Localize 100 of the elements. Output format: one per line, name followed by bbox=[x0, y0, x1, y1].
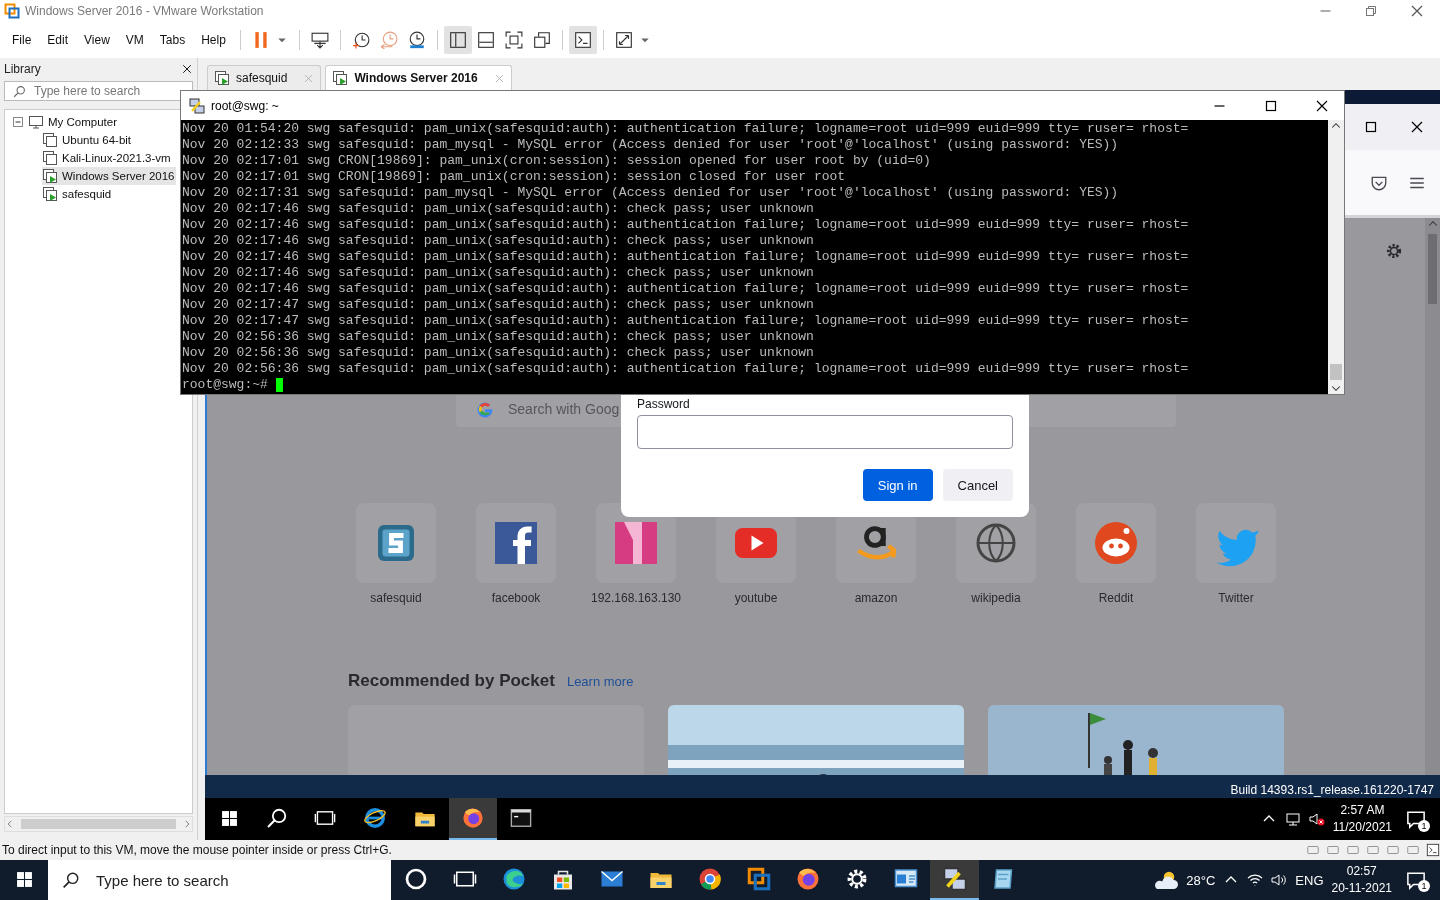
window-title: Windows Server 2016 - VMware Workstation bbox=[25, 4, 265, 18]
running-vm-icon bbox=[214, 70, 230, 86]
command-prompt-icon bbox=[510, 807, 532, 829]
close-icon bbox=[181, 63, 193, 75]
sign-in-button[interactable]: Sign in bbox=[862, 469, 933, 501]
password-label: Password bbox=[637, 397, 691, 411]
log-line: Nov 20 01:54:20 swg safesquid: pam_unix(safesquid:auth): authentication failure; logname=root uid=999 euid=999 tty= ruser= rhost= bbox=[182, 121, 1190, 137]
log-line: Nov 20 02:17:46 swg safesquid: pam_unix(safesquid:auth): authentication failure; logname=root uid=999 euid=999 tty= ruser= rhost= bbox=[182, 217, 1190, 233]
password-field[interactable] bbox=[637, 415, 1013, 449]
facebook-logo-icon bbox=[492, 519, 540, 567]
vm-icon bbox=[42, 150, 58, 166]
edge-icon bbox=[501, 867, 526, 891]
clock-time: 02:57 bbox=[1346, 863, 1377, 880]
log-line: Nov 20 02:12:33 swg safesquid: pam_mysql - MySQL error (Access denied for user 'root'@'localhost' (using password: YES)) bbox=[182, 137, 1120, 153]
ring-smile-logo-icon bbox=[855, 525, 897, 561]
shortcut-label: amazon bbox=[854, 591, 898, 605]
tree-item[interactable]: My Computer bbox=[12, 113, 119, 131]
language-indicator[interactable]: ENG bbox=[1295, 872, 1324, 888]
running-vm-icon bbox=[42, 186, 58, 202]
shortcut-label: safesquid bbox=[370, 591, 422, 605]
clock-wrench-icon bbox=[407, 31, 426, 49]
network-icon bbox=[1284, 811, 1301, 827]
close-button[interactable] bbox=[181, 63, 193, 75]
menu-item[interactable]: Help bbox=[193, 33, 234, 47]
search-field[interactable]: Type here to search bbox=[4, 81, 193, 101]
volume-icon bbox=[1271, 872, 1288, 888]
close-icon bbox=[1409, 119, 1425, 135]
log-line: Nov 20 02:56:36 swg safesquid: pam_unix(safesquid:auth): check pass; user unknown bbox=[182, 329, 815, 345]
chrome-icon bbox=[697, 867, 722, 891]
menu-item[interactable]: VM bbox=[117, 33, 152, 47]
shortcut-label: wikipedia bbox=[971, 591, 1021, 605]
scroll-thumb[interactable] bbox=[1428, 234, 1437, 304]
log-line: Nov 20 02:17:31 swg safesquid: pam_mysql - MySQL error (Access denied for user 'root'@'localhost' (using password: YES)) bbox=[182, 185, 1120, 201]
section-heading: Recommended by Pocket bbox=[348, 671, 555, 691]
menu-item[interactable]: Edit bbox=[39, 33, 77, 47]
collapse-icon bbox=[12, 116, 24, 128]
cancel-button[interactable]: Cancel bbox=[942, 469, 1013, 501]
minimize-icon bbox=[1319, 10, 1331, 12]
windows-logo-icon bbox=[220, 809, 238, 827]
shell-prompt: root@swg:~# bbox=[182, 377, 268, 393]
shortcut-tile[interactable] bbox=[476, 503, 556, 583]
vmware-icon bbox=[4, 3, 20, 19]
sidebar-layout-icon bbox=[448, 31, 467, 49]
tree-item[interactable]: Windows Server 2016 bbox=[42, 167, 176, 185]
terminal-icon bbox=[573, 31, 592, 49]
vm-icon bbox=[42, 132, 58, 148]
toolbar-button[interactable] bbox=[443, 26, 472, 54]
build-text: Build 14393.rs1_release.161220-1747 bbox=[1230, 782, 1434, 798]
firefox-icon bbox=[795, 867, 820, 891]
computer-icon bbox=[28, 114, 44, 130]
menu-item[interactable]: Tabs bbox=[151, 33, 194, 47]
log-line: Nov 20 02:17:46 swg safesquid: pam_unix(safesquid:auth): authentication failure; logname=root uid=999 euid=999 tty= ruser= rhost= bbox=[182, 281, 1190, 297]
clock-date: 11/20/2021 bbox=[1332, 819, 1392, 836]
scroll-thumb[interactable] bbox=[1330, 364, 1342, 380]
putty-icon bbox=[942, 867, 967, 891]
close-icon bbox=[493, 72, 505, 84]
terminal-icon bbox=[1426, 843, 1440, 857]
log-line: Nov 20 02:17:46 swg safesquid: pam_unix(safesquid:auth): check pass; user unknown bbox=[182, 233, 815, 249]
shortcut-tile[interactable] bbox=[1076, 503, 1156, 583]
fullscreen-icon bbox=[504, 31, 523, 49]
taskbar-search-box[interactable]: Type here to search bbox=[48, 860, 391, 900]
bottom-panel-icon bbox=[476, 31, 495, 49]
log-line: Nov 20 02:17:46 swg safesquid: pam_unix(safesquid:auth): check pass; user unknown bbox=[182, 265, 815, 281]
shortcut-tile[interactable] bbox=[356, 503, 436, 583]
search-icon bbox=[13, 84, 26, 98]
log-line: Nov 20 02:17:47 swg safesquid: pam_unix(safesquid:auth): check pass; user unknown bbox=[182, 297, 815, 313]
library-title: Library bbox=[4, 62, 41, 76]
search-icon bbox=[266, 807, 288, 829]
menu-item[interactable]: View bbox=[76, 33, 118, 47]
menu-item[interactable]: File bbox=[4, 33, 40, 47]
reddit-logo-icon bbox=[1092, 519, 1140, 567]
putty-icon bbox=[189, 97, 205, 114]
notification-icon bbox=[1406, 809, 1426, 829]
tree-item[interactable]: Ubuntu 64-bit bbox=[42, 131, 133, 149]
vmware-icon bbox=[746, 867, 771, 891]
tree-item[interactable]: Kali-Linux-2021.3-vm bbox=[42, 149, 172, 167]
shortcut-tile[interactable] bbox=[1196, 503, 1276, 583]
shortcut-label: 192.168.163.130 bbox=[590, 591, 682, 605]
taskbar-button[interactable] bbox=[449, 798, 497, 840]
tab[interactable]: Windows Server 2016 bbox=[325, 65, 512, 90]
tree-item[interactable]: safesquid bbox=[42, 185, 113, 203]
log-line: Nov 20 02:17:01 swg CRON[19869]: pam_unix(cron:session): session closed for user root bbox=[182, 169, 847, 185]
notification-button[interactable]: 1 bbox=[1400, 860, 1432, 900]
log-line: Nov 20 02:17:46 swg safesquid: pam_unix(safesquid:auth): authentication failure; logname=root uid=999 euid=999 tty= ruser= rhost= bbox=[182, 249, 1190, 265]
ribbon-logo-icon bbox=[612, 519, 660, 567]
notification-button[interactable]: 1 bbox=[1400, 798, 1432, 840]
shortcut-label: facebook bbox=[491, 591, 541, 605]
search-field[interactable]: Type here to search bbox=[94, 870, 378, 890]
clock-time: 2:57 AM bbox=[1340, 802, 1385, 819]
horizontal-scrollbar[interactable] bbox=[4, 816, 193, 832]
vertical-scrollbar[interactable] bbox=[1425, 218, 1440, 775]
toolbar-button[interactable] bbox=[568, 26, 597, 54]
taskbar-button[interactable] bbox=[930, 860, 979, 900]
close-icon bbox=[1409, 3, 1425, 19]
vertical-scrollbar[interactable] bbox=[1328, 120, 1344, 394]
tab[interactable]: safesquid bbox=[207, 65, 322, 90]
status-message: To direct input to this VM, move the mouse pointer inside or press Ctrl+G. bbox=[2, 843, 393, 857]
settings-icon bbox=[1385, 242, 1403, 260]
device-icon bbox=[1306, 843, 1320, 857]
log-line: Nov 20 02:17:01 swg CRON[19869]: pam_unix(cron:session): session opened for user root by (uid=0) bbox=[182, 153, 932, 169]
